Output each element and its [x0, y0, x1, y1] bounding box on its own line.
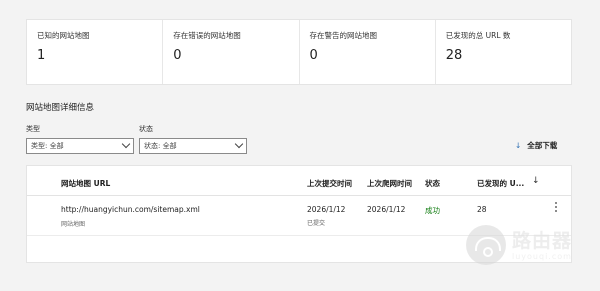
- metric-label: 已知的网站地图: [37, 31, 90, 40]
- metric-value: 28: [445, 48, 463, 63]
- column-header-discovered[interactable]: 已发现的 U...: [477, 178, 524, 189]
- type-filter-value: 类型: 全部: [31, 142, 64, 150]
- type-filter-select[interactable]: 类型: 全部: [26, 138, 134, 154]
- header-divider: [27, 195, 571, 196]
- section-title: 网站地图详细信息: [26, 103, 95, 113]
- watermark-text: 路由器: [512, 230, 573, 252]
- submitted-date: 2026/1/12: [307, 205, 346, 214]
- crawled-date: 2026/1/12: [367, 205, 406, 214]
- metric-value: 1: [37, 48, 46, 63]
- watermark-url: luyouqi.com: [512, 252, 572, 261]
- metric-warning-sitemaps: 存在警告的网站地图 0: [298, 20, 435, 84]
- metric-label: 已发现的总 URL 数: [445, 31, 511, 40]
- status-filter-value: 状态: 全部: [144, 142, 177, 150]
- status-filter-label: 状态: [139, 125, 153, 133]
- type-filter-label: 类型: [26, 125, 40, 133]
- metric-discovered-urls: 已发现的总 URL 数 28: [434, 20, 571, 84]
- watermark-logo: 路由器 luyouqi.com: [466, 222, 586, 272]
- column-header-submitted[interactable]: 上次提交时间: [307, 178, 352, 189]
- column-header-crawled[interactable]: 上次爬网时间: [367, 178, 412, 189]
- column-header-url[interactable]: 网站地图 URL: [61, 178, 110, 189]
- download-all-label: 全部下载: [527, 141, 558, 150]
- sort-down-icon[interactable]: ↓: [532, 176, 540, 186]
- summary-card: 已知的网站地图 1 存在错误的网站地图 0 存在警告的网站地图 0 已发现的总 …: [26, 19, 572, 85]
- more-options-icon[interactable]: [555, 202, 559, 214]
- sitemap-type: 网站地图: [61, 221, 86, 228]
- metric-label: 存在警告的网站地图: [309, 31, 378, 40]
- column-header-status[interactable]: 状态: [425, 178, 440, 189]
- metric-known-sitemaps: 已知的网站地图 1: [27, 20, 162, 84]
- metric-value: 0: [173, 48, 182, 63]
- submitted-status: 已提交: [307, 220, 326, 227]
- chevron-down-icon: [121, 139, 131, 149]
- download-all-button[interactable]: ↓ 全部下载: [515, 140, 557, 151]
- download-arrow-icon: ↓: [515, 141, 522, 150]
- status-filter-select[interactable]: 状态: 全部: [139, 138, 247, 154]
- discovered-count: 28: [477, 205, 487, 214]
- sitemap-url-link[interactable]: http://huangyichun.com/sitemap.xml: [61, 205, 200, 214]
- metric-error-sitemaps: 存在错误的网站地图 0: [162, 20, 298, 84]
- metric-label: 存在错误的网站地图: [173, 31, 241, 40]
- status-success: 成功: [425, 206, 440, 215]
- router-logo-icon: [466, 225, 506, 265]
- metric-value: 0: [309, 48, 318, 63]
- chevron-down-icon: [234, 139, 244, 149]
